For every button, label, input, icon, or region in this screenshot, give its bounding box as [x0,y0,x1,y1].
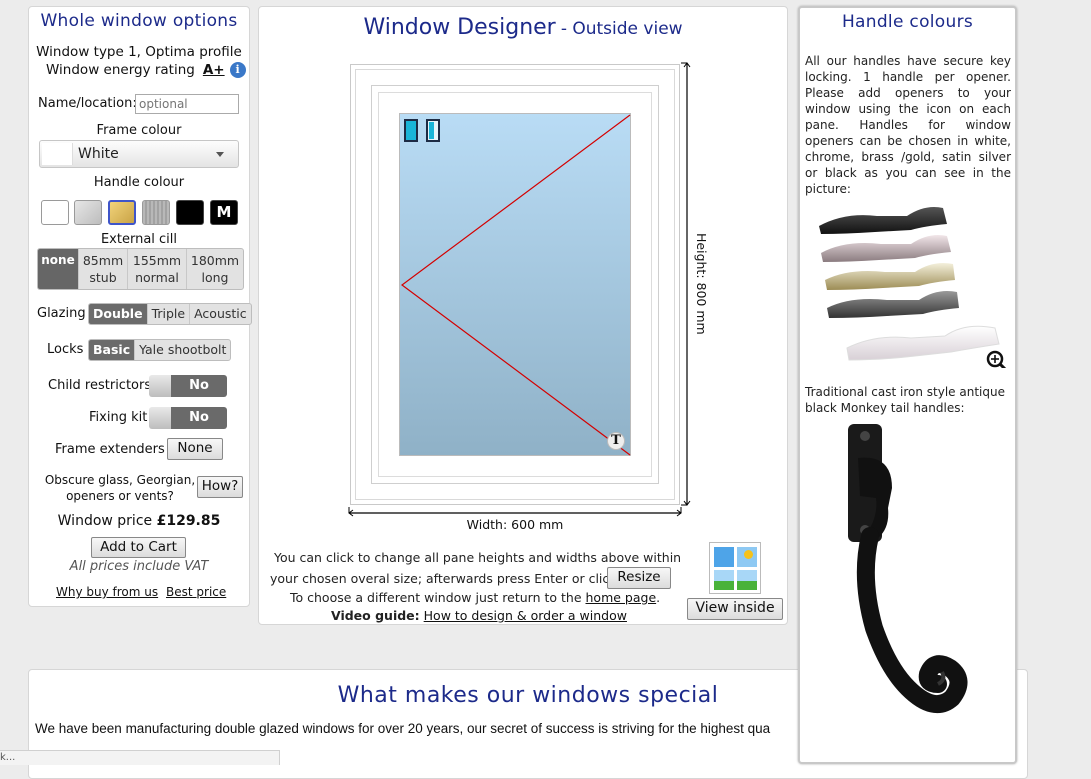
child-restrictors-label: Child restrictors [48,378,152,393]
view-inside-button[interactable]: View inside [687,598,783,620]
cill-option-155mm[interactable]: 155mm normal [127,249,186,289]
handle-swatch-monkey-tail[interactable]: M [210,200,238,225]
monkey-tail-caption: Traditional cast iron style antique blac… [805,385,1005,415]
frame-colour-select[interactable]: White [39,140,239,168]
view-inside-icon[interactable] [709,542,761,594]
locks-option-basic[interactable]: Basic [89,340,135,360]
why-buy-link[interactable]: Why buy from us [56,585,158,599]
info-line-3: To choose a different window just return… [290,590,661,605]
height-label[interactable]: Height: 800 mm [694,233,709,335]
designer-title: Window Designer [363,15,556,40]
glazing-option-acoustic[interactable]: Acoustic [189,304,251,324]
handle-swatch-gold[interactable] [108,200,136,225]
info-line-1: You can click to change all pane heights… [274,550,682,565]
resize-button[interactable]: Resize [607,567,671,589]
glass-pane[interactable]: T [399,113,631,456]
fixing-kit-toggle[interactable]: No [149,407,227,429]
home-page-link[interactable]: home page [586,590,657,605]
zoom-in-icon[interactable] [980,342,1002,364]
whole-window-options-panel: Whole window options Window type 1, Opti… [28,6,252,607]
glazing-option-double[interactable]: Double [89,304,147,324]
handle-colours-panel: Handle colours All our handles have secu… [798,6,1017,764]
window-designer-panel: Window Designer - Outside view T Height:… [258,6,788,625]
special-text: We have been manufacturing double glazed… [35,721,771,736]
width-label[interactable]: Width: 600 mm [350,517,680,532]
child-restrictors-value: No [171,375,227,397]
status-bar: k... [0,750,280,765]
glazing-selector: Double Triple Acoustic [88,303,252,325]
sash-frame[interactable]: T [371,85,659,484]
name-location-label: Name/location: [38,96,137,111]
frame-colour-swatch [42,143,73,165]
cill-option-180mm[interactable]: 180mm long [186,249,243,289]
locks-label: Locks [47,342,84,357]
cill-option-85mm[interactable]: 85mm stub [78,249,127,289]
window-frame[interactable]: T [350,64,680,505]
handle-colour-label: Handle colour [93,175,185,190]
name-location-input[interactable] [135,94,239,114]
how-button[interactable]: How? [197,476,243,498]
best-price-link[interactable]: Best price [166,585,226,599]
frame-extenders-button[interactable]: None [167,438,223,460]
external-cill-selector: none 85mm stub 155mm normal 180mm long [37,248,244,290]
info-icon[interactable]: i [229,62,246,78]
handle-colours-description: All our handles have secure key locking.… [805,54,1011,196]
window-price-row: Window price £129.85 [29,513,249,529]
opening-indicator [400,114,631,456]
vat-note: All prices include VAT [69,559,209,574]
obscure-glass-text: Obscure glass, Georgian, openers or vent… [44,473,196,503]
window-price-value: £129.85 [156,513,221,529]
designer-title-row: Window Designer - Outside view [259,15,787,40]
glazing-option-triple[interactable]: Triple [146,304,190,324]
handle-swatch-white[interactable] [41,200,69,225]
monkey-tail-handle-image [848,424,968,714]
child-restrictors-toggle[interactable]: No [149,375,227,397]
energy-rating-value[interactable]: A+ [203,62,225,78]
frame-colour-label: Frame colour [96,123,182,138]
add-vent-icon[interactable] [426,119,440,142]
sun-icon [744,550,753,559]
designer-subtitle: - Outside view [560,19,683,39]
handle-swatch-chrome[interactable] [74,200,102,225]
window-type-text: Window type 1, Optima profile [36,44,242,60]
video-guide-label: Video guide: [331,608,420,623]
fixing-kit-value: No [171,407,227,429]
cill-option-none[interactable]: none [38,249,78,289]
glazing-label: Glazing [37,306,86,321]
fixing-kit-label: Fixing kit [89,410,148,425]
add-opener-icon[interactable] [404,119,418,142]
handle-swatch-black[interactable] [176,200,204,225]
frame-colour-value: White [78,146,119,162]
window-price-label: Window price [57,513,153,529]
frame-extenders-label: Frame extenders [55,442,165,457]
handle-swatch-satin[interactable] [142,200,170,225]
external-cill-label: External cill [100,232,178,247]
energy-rating-row: Window energy rating A+ i [46,62,246,78]
panel-title: Whole window options [40,11,238,31]
locks-option-yale[interactable]: Yale shootbolt [134,340,230,360]
video-guide-row: Video guide: How to design & order a win… [331,608,627,623]
video-guide-link[interactable]: How to design & order a window [424,608,627,623]
handle-colours-title: Handle colours [841,12,974,32]
locks-selector: Basic Yale shootbolt [88,339,232,361]
energy-rating-label: Window energy rating [46,62,195,78]
add-to-cart-button[interactable]: Add to Cart [91,537,186,558]
info-line-2: your chosen overal size; afterwards pres… [270,571,617,586]
chevron-down-icon [216,152,224,157]
handle-marker[interactable]: T [607,432,625,450]
